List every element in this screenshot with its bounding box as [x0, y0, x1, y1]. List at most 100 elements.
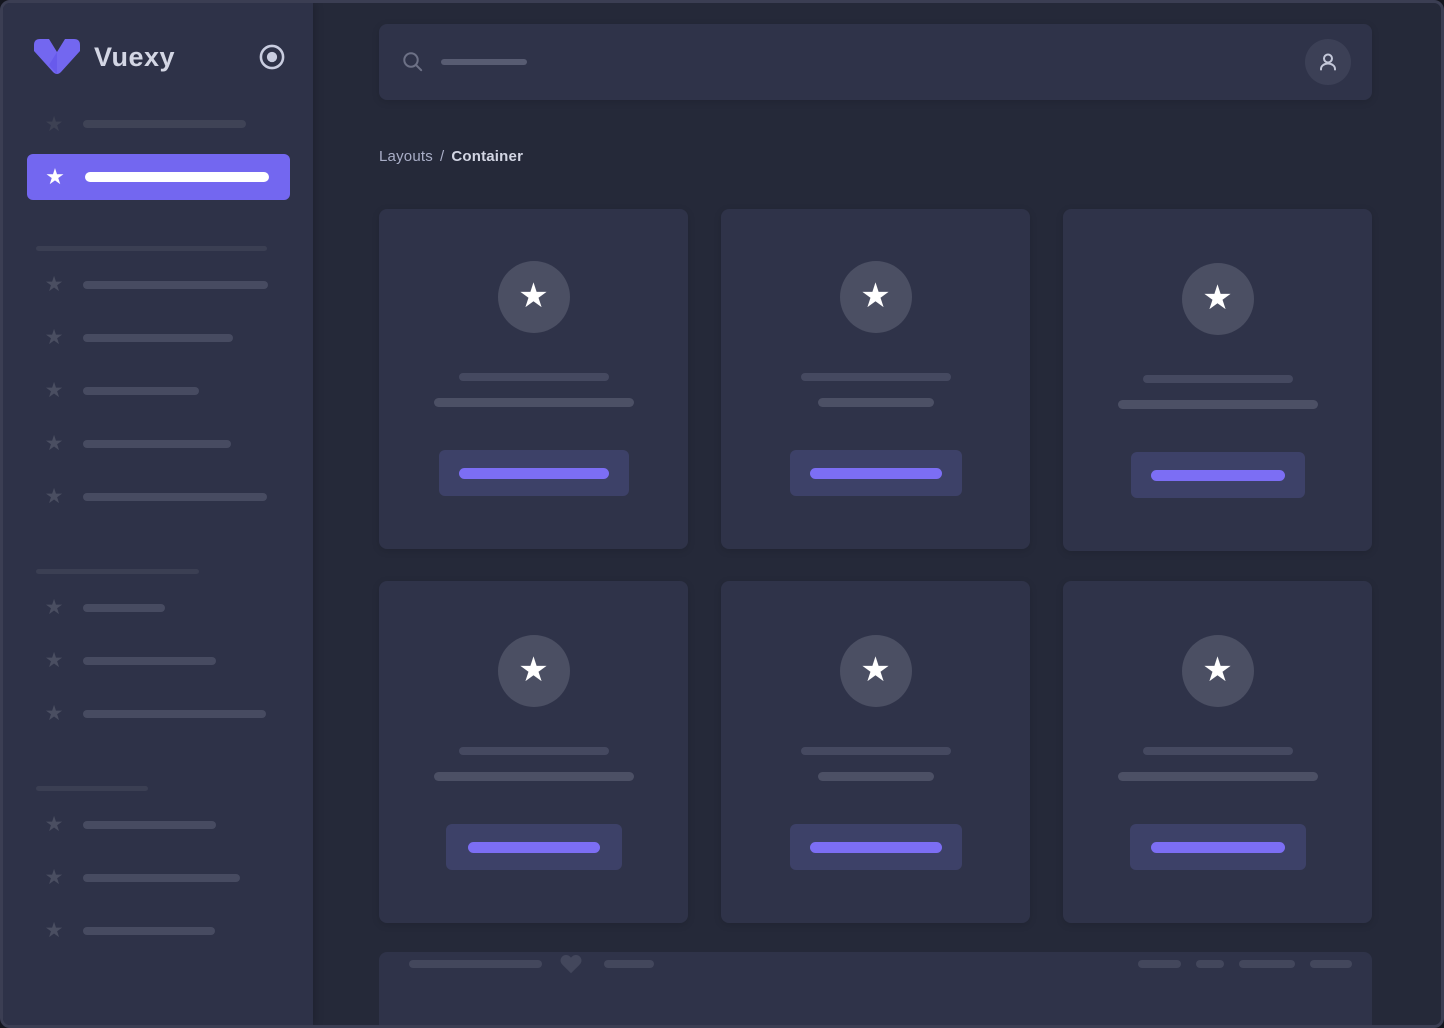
card-text-placeholder	[1117, 400, 1318, 409]
star-icon: ★	[44, 919, 64, 942]
sidebar-item[interactable]: ★	[3, 258, 313, 311]
card-star-avatar: ★	[1181, 263, 1254, 335]
app-bar	[379, 24, 1372, 100]
button-label-placeholder	[458, 467, 609, 479]
footer-links	[1138, 960, 1352, 968]
app-window: Vuexy ★ ★ ★ ★ ★ ★ ★ ★ ★ ★ ★ ★ ★ Layouts …	[0, 0, 1444, 1028]
menu-label-placeholder	[83, 656, 216, 665]
layout-card: ★	[721, 581, 1030, 923]
card-text-placeholder	[433, 398, 634, 407]
menu-label-placeholder	[36, 569, 199, 574]
card-title-placeholder	[1142, 747, 1293, 755]
sidebar-item[interactable]: ★	[3, 851, 313, 904]
star-icon: ★	[518, 277, 549, 315]
star-icon: ★	[44, 432, 64, 455]
star-icon: ★	[44, 702, 64, 725]
sidebar-section-header: ★	[36, 569, 313, 574]
menu-label-placeholder	[83, 603, 165, 612]
footer-content	[409, 952, 1352, 976]
sidebar-item[interactable]: ★	[3, 904, 313, 957]
layout-card: ★	[1063, 209, 1372, 551]
footer-link-placeholder	[1196, 960, 1224, 968]
card-button[interactable]	[438, 450, 629, 496]
card-star-avatar: ★	[1181, 635, 1254, 707]
breadcrumb-current: Container	[451, 148, 524, 165]
card-title-placeholder	[1142, 375, 1293, 383]
footer	[379, 952, 1372, 1025]
menu-label-placeholder	[83, 873, 240, 882]
sidebar-item[interactable]: ★	[3, 470, 313, 523]
sidebar-item[interactable]: ★	[27, 154, 290, 200]
layout-card: ★	[379, 209, 688, 549]
button-label-placeholder	[467, 841, 600, 853]
footer-link-placeholder	[1239, 960, 1295, 968]
sidebar-item[interactable]: ★	[3, 687, 313, 740]
card-button[interactable]	[445, 824, 622, 870]
sidebar-item[interactable]: ★	[3, 581, 313, 634]
search-icon	[403, 52, 423, 72]
card-star-avatar: ★	[839, 261, 912, 333]
search-placeholder	[441, 59, 527, 65]
star-icon: ★	[1202, 279, 1233, 317]
star-icon: ★	[860, 277, 891, 315]
star-icon: ★	[44, 649, 64, 672]
menu-label-placeholder	[83, 926, 215, 935]
card-text-placeholder	[817, 772, 934, 781]
brand-title[interactable]: Vuexy	[94, 42, 175, 73]
menu-label-placeholder	[83, 709, 266, 718]
card-title-placeholder	[800, 373, 951, 381]
button-label-placeholder	[809, 467, 942, 479]
sidebar-pin-toggle-icon[interactable]	[258, 43, 286, 71]
footer-text-placeholder	[604, 960, 654, 968]
menu-label-placeholder	[83, 820, 216, 829]
card-button[interactable]	[789, 450, 962, 496]
vuexy-logo-icon[interactable]	[33, 38, 81, 76]
menu-label-placeholder	[83, 333, 233, 342]
star-icon: ★	[44, 813, 64, 836]
footer-link-placeholder	[1138, 960, 1181, 968]
sidebar-item[interactable]: ★	[3, 417, 313, 470]
main-content: Layouts / Container ★ ★ ★ ★ ★ ★	[313, 3, 1441, 1025]
breadcrumb-section[interactable]: Layouts	[379, 148, 433, 165]
user-avatar[interactable]	[1305, 39, 1351, 85]
layout-card: ★	[721, 209, 1030, 549]
card-star-avatar: ★	[497, 261, 570, 333]
card-title-placeholder	[458, 747, 609, 755]
footer-text-placeholder	[409, 960, 542, 968]
card-title-placeholder	[458, 373, 609, 381]
star-icon: ★	[518, 651, 549, 689]
button-label-placeholder	[1150, 469, 1285, 481]
button-label-placeholder	[809, 841, 942, 853]
star-icon: ★	[44, 379, 64, 402]
sidebar-section-header: ★	[36, 246, 313, 251]
menu-label-placeholder	[83, 492, 267, 501]
breadcrumb-separator: /	[439, 148, 445, 165]
menu-label-placeholder	[83, 280, 268, 289]
card-button[interactable]	[1130, 452, 1305, 498]
sidebar-item[interactable]: ★	[3, 634, 313, 687]
sidebar-section-header: ★	[36, 786, 313, 791]
star-icon: ★	[860, 651, 891, 689]
star-icon: ★	[44, 112, 64, 136]
sidebar-item[interactable]: ★	[3, 102, 313, 146]
layout-card: ★	[379, 581, 688, 923]
button-label-placeholder	[1150, 841, 1285, 853]
menu-label-placeholder	[36, 786, 148, 791]
star-icon: ★	[44, 485, 64, 508]
search-input[interactable]	[402, 51, 1305, 73]
sidebar-item[interactable]: ★	[3, 364, 313, 417]
card-button[interactable]	[1129, 824, 1306, 870]
heart-icon	[560, 954, 582, 974]
sidebar-item[interactable]: ★	[3, 311, 313, 364]
star-icon: ★	[44, 866, 64, 889]
breadcrumb: Layouts / Container	[379, 148, 1372, 165]
card-button[interactable]	[789, 824, 962, 870]
card-star-avatar: ★	[497, 635, 570, 707]
card-title-placeholder	[800, 747, 951, 755]
sidebar-item[interactable]: ★	[3, 798, 313, 851]
sidebar-menu: ★ ★ ★ ★ ★ ★ ★ ★ ★ ★ ★ ★ ★	[3, 102, 313, 957]
card-star-avatar: ★	[839, 635, 912, 707]
star-icon: ★	[44, 326, 64, 349]
card-grid: ★ ★ ★ ★ ★ ★	[379, 209, 1372, 923]
card-text-placeholder	[1117, 772, 1318, 781]
